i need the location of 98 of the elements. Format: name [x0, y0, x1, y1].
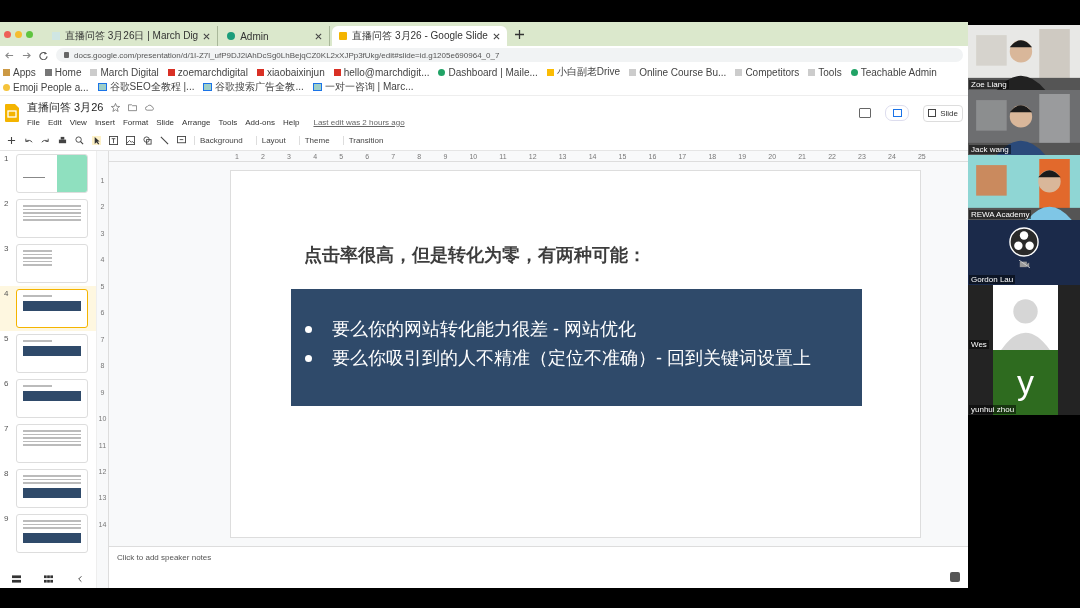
bookmark[interactable]: 谷歌搜索广告全教... — [203, 80, 304, 94]
bookmark[interactable]: Home — [44, 66, 82, 78]
slide-thumbnail[interactable] — [16, 379, 88, 418]
site-icon — [339, 32, 348, 40]
participant-name: Gordon Lau — [969, 275, 1016, 284]
print-icon[interactable] — [58, 135, 67, 145]
cursor-icon[interactable] — [92, 135, 101, 145]
slide-heading: 点击率很高，但是转化为零，有两种可能： — [304, 244, 647, 267]
camera-off-icon — [1018, 260, 1030, 268]
zoom-icon[interactable] — [75, 135, 84, 145]
image-icon[interactable] — [126, 135, 135, 145]
folder-icon[interactable] — [128, 102, 138, 112]
shape-icon[interactable] — [143, 135, 152, 145]
slide-number: 4 — [4, 289, 10, 298]
document-title[interactable]: 直播问答 3月26 — [27, 99, 104, 115]
close-tab-icon[interactable] — [492, 32, 500, 40]
bookmark[interactable]: 一对一咨询 | Marc... — [312, 80, 414, 94]
menu-item[interactable]: Help — [283, 117, 300, 127]
speaker-notes-field[interactable]: Click to add speaker notes — [109, 546, 968, 588]
close-window-icon[interactable] — [4, 30, 11, 38]
slide-thumbnail[interactable] — [16, 289, 88, 328]
slide-number: 8 — [4, 469, 10, 478]
slide-number: 2 — [4, 199, 10, 208]
close-tab-icon[interactable] — [203, 32, 211, 40]
comments-icon[interactable] — [859, 108, 872, 118]
menu-item[interactable]: Arrange — [182, 117, 211, 127]
participant-name: yunhui zhou — [969, 405, 1017, 414]
browser-tab[interactable]: 直播问答 3月26日 | March Dig — [45, 26, 219, 46]
slide-thumbnail[interactable] — [16, 244, 88, 283]
site-icon — [227, 32, 236, 40]
last-edit-link[interactable]: Last edit was 2 hours ago — [313, 117, 405, 127]
bullet-text: 要么你吸引到的人不精准（定位不准确）- 回到关键词设置上 — [332, 347, 811, 370]
menu-item[interactable]: Format — [122, 117, 149, 127]
back-icon[interactable] — [5, 50, 14, 60]
slide-thumbnail[interactable] — [16, 199, 88, 238]
line-icon[interactable] — [160, 135, 169, 145]
slide-thumbnail[interactable] — [16, 154, 88, 193]
filmstrip-view-icon[interactable] — [11, 575, 21, 583]
star-icon[interactable] — [111, 102, 121, 112]
bookmark[interactable]: Online Course Bu... — [629, 66, 727, 78]
bookmark[interactable]: xiaobaixinjun — [256, 66, 325, 78]
toolbar-button[interactable]: Theme — [298, 135, 335, 145]
slide-thumbnail[interactable] — [16, 334, 88, 373]
menu-item[interactable]: File — [27, 117, 40, 127]
participant-name: REWA Academy — [969, 210, 1032, 219]
plus-icon[interactable] — [7, 135, 16, 145]
participant-name: Jack wang — [969, 145, 1011, 154]
slide-number: 9 — [4, 514, 10, 523]
bookmark[interactable]: Apps — [3, 66, 36, 78]
browser-tab[interactable]: 直播问答 3月26 - Google Slide — [332, 26, 507, 46]
grid-view-icon[interactable] — [43, 575, 53, 583]
menu-item[interactable]: Tools — [218, 117, 238, 127]
participant-name: Wes — [969, 340, 989, 349]
bookmark[interactable]: Tools — [808, 66, 842, 78]
slide-number: 1 — [4, 154, 10, 163]
add-button[interactable] — [885, 105, 910, 121]
slide-thumbnail[interactable] — [16, 424, 88, 463]
menu-item[interactable]: Add-ons — [245, 117, 275, 127]
bookmark[interactable]: 小白副老Drive — [546, 65, 621, 79]
comment-icon[interactable] — [177, 135, 186, 145]
close-tab-icon[interactable] — [315, 32, 323, 40]
bookmark[interactable]: March Digital — [90, 66, 159, 78]
browser-tab[interactable]: Admin — [220, 26, 331, 46]
text-box-icon[interactable] — [109, 135, 118, 145]
bullet-icon — [305, 325, 312, 333]
bookmark[interactable]: Emoji People a... — [3, 81, 89, 93]
slide-number: 5 — [4, 334, 10, 343]
collapse-icon[interactable] — [75, 575, 85, 583]
bookmark[interactable]: 谷歌SEO全教程 |... — [97, 80, 195, 94]
bullet-icon — [305, 354, 312, 362]
bookmark[interactable]: Competitors — [735, 66, 800, 78]
menu-item[interactable]: Slide — [156, 117, 175, 127]
bookmark[interactable]: Dashboard | Maile... — [438, 66, 538, 78]
slide-number: 3 — [4, 244, 10, 253]
new-tab-icon[interactable] — [514, 29, 524, 39]
slide-number: 7 — [4, 424, 10, 433]
forward-icon[interactable] — [22, 50, 31, 60]
slide-thumbnail[interactable] — [16, 469, 88, 508]
bullet-text: 要么你的网站转化能力很差 - 网站优化 — [332, 318, 636, 341]
participant-name: Zoe Liang — [969, 80, 1009, 89]
menu-item[interactable]: Insert — [94, 117, 115, 127]
bookmark[interactable]: Teachable Admin — [850, 66, 937, 78]
slideshow-button[interactable]: Slide — [923, 104, 963, 122]
menu-item[interactable]: Edit — [47, 117, 62, 127]
circle-logo-icon — [1009, 227, 1039, 257]
slide-thumbnail[interactable] — [16, 514, 88, 553]
explore-icon[interactable] — [950, 572, 960, 582]
address-bar[interactable]: docs.google.com/presentation/d/1I-Z7l_ufP9DJ2iAhDcSg0LhBejqCZ0KL2xXJPp3fUkg/edit#slide=id.g1205e690964_0_7 — [56, 48, 963, 62]
user-avatar-icon — [993, 285, 1058, 350]
lock-icon — [64, 52, 69, 58]
toolbar-button[interactable]: Layout — [255, 135, 291, 145]
slide-number: 6 — [4, 379, 10, 388]
toolbar-button[interactable]: Background — [194, 135, 248, 145]
toolbar-button[interactable]: Transition — [342, 135, 389, 145]
menu-item[interactable]: View — [69, 117, 87, 127]
reload-icon[interactable] — [39, 50, 48, 60]
bookmark[interactable]: hello@marchdigit... — [333, 66, 430, 78]
bookmark[interactable]: zoemarchdigital — [167, 66, 248, 78]
